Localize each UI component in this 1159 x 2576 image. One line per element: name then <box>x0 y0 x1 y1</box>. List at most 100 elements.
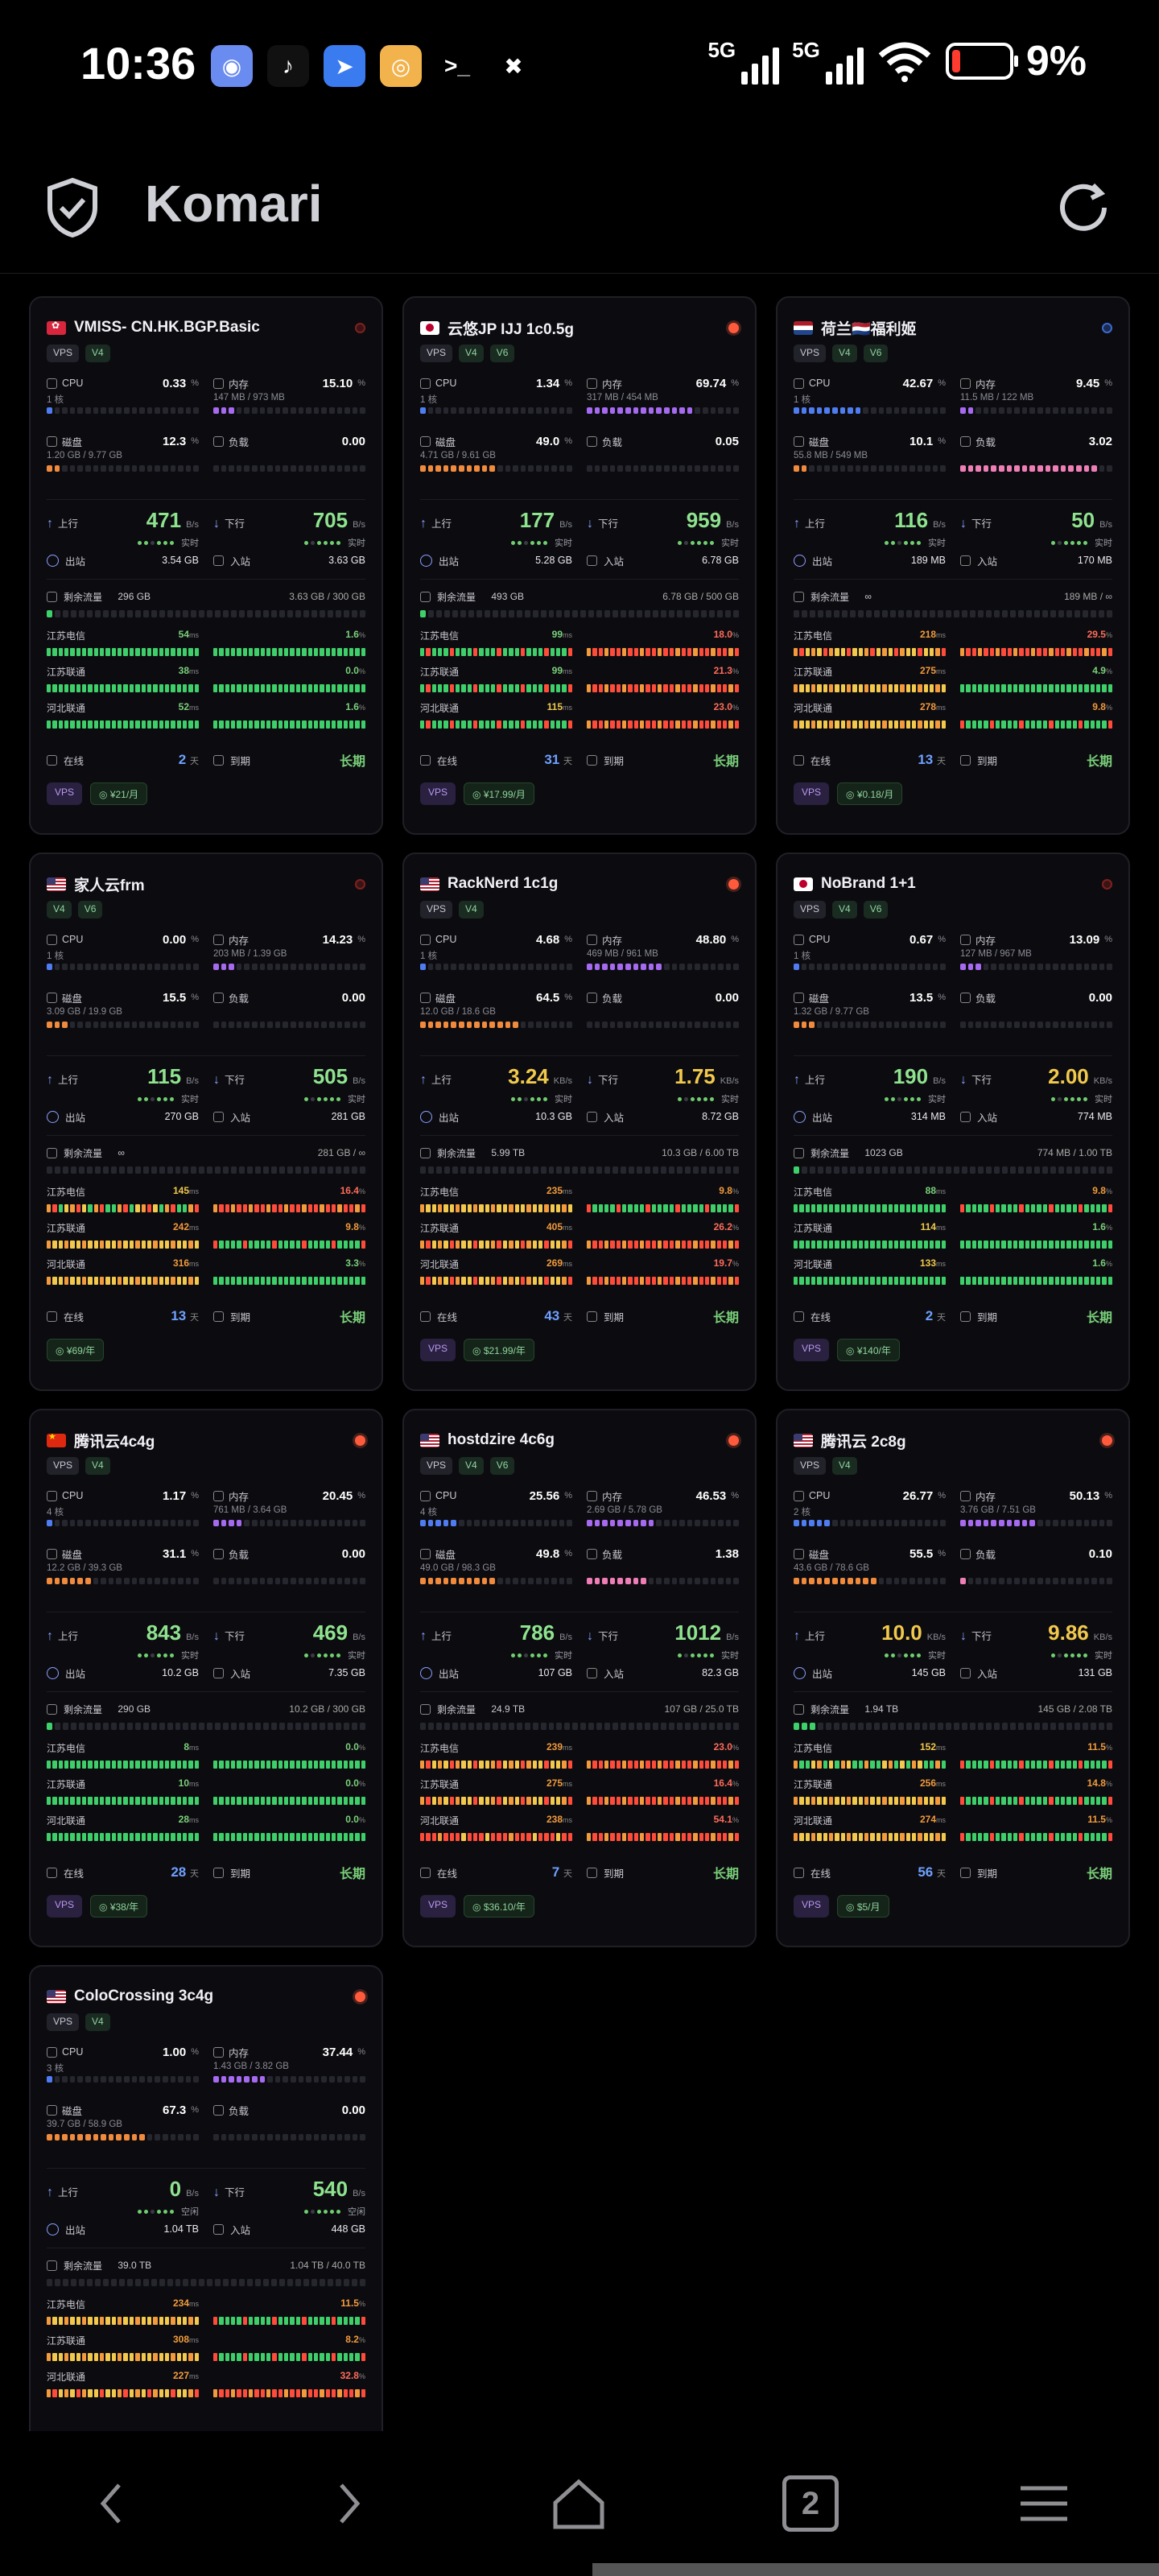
value-text: 入站 <box>604 1668 625 1680</box>
disk-metric: 磁盘 49.8% 49.0 GB / 98.3 GB <box>420 1546 572 1604</box>
globe-icon <box>47 2223 59 2235</box>
server-card[interactable]: hostdzire 4c6g VPS V4 V6 CPU 25.56% 4 核内存 46.53… <box>402 1409 757 1947</box>
ping-latency-cu: 江苏联通 38ms <box>47 665 199 701</box>
price-badge: ◎ ¥17.99/月 <box>464 782 534 805</box>
menu-icon[interactable] <box>1016 2475 1072 2532</box>
value-text: 9.8 <box>345 1221 359 1232</box>
value-text: 上行 <box>431 1631 452 1642</box>
uptime-icon <box>794 1311 804 1322</box>
value-text: 54 <box>178 629 189 640</box>
value-text: 26.2 <box>713 1221 732 1232</box>
tag-badge: V4 <box>85 2013 110 2031</box>
value-text: 10.2 GB <box>162 1667 199 1678</box>
value-text: 下行 <box>225 2187 245 2198</box>
battery-percent: 9% <box>1025 38 1087 85</box>
value-text: 55.8 MB / 549 MB <box>794 451 868 460</box>
inbound-icon <box>960 1111 971 1122</box>
value-text: 下行 <box>971 518 992 530</box>
value-text: 上行 <box>805 1075 826 1086</box>
value-text: 3.3 <box>345 1257 359 1269</box>
value-text: 12.3 <box>163 434 187 448</box>
cpu-icon <box>794 378 804 389</box>
app-bar: Komari <box>0 153 1159 274</box>
value-text: 2 <box>178 752 187 767</box>
uptime-icon <box>47 1311 57 1322</box>
tag-badge: VPS <box>794 1457 827 1475</box>
clock: 10:36 <box>80 38 196 89</box>
download-speed: ↓ 下行 540 B/s 空闲 入站 448 GB <box>213 2177 365 2236</box>
server-card[interactable]: 家人云frm V4 V6 CPU 0.00% 1 核内存 14.23% 203 MB / 1.… <box>29 852 383 1391</box>
flag-icon <box>47 1433 66 1447</box>
flag-icon <box>794 1433 813 1447</box>
tag-list: VPS V4 V6 <box>794 345 1112 364</box>
server-card[interactable]: ColoCrossing 3c4g VPS V4 CPU 1.00% 3 核内存 37.44… <box>29 1965 383 2431</box>
value-text: B/s <box>353 1076 365 1086</box>
traffic-quota: 剩余流量 39.0 TB 1.04 TB / 40.0 TB <box>47 2256 365 2286</box>
ping-latency-ct: 江苏电信 54ms <box>47 629 199 665</box>
type-badge: VPS <box>420 1339 456 1361</box>
quota-icon <box>47 2260 57 2271</box>
value-text: 实时 <box>348 1095 365 1104</box>
server-card[interactable]: 腾讯云 2c8g VPS V4 CPU 26.77% 2 核内存 50.13% 3.76 GB… <box>776 1409 1130 1947</box>
value-text: B/s <box>1099 520 1112 530</box>
server-card[interactable]: RackNerd 1c1g VPS V4 CPU 4.68% 1 核内存 48.80% 469… <box>402 852 757 1391</box>
value-text: 46.53 <box>695 1488 727 1503</box>
expiry: 到期 长期 <box>587 1307 739 1326</box>
value-text: 实时 <box>721 1095 739 1104</box>
ping-latency-cm: 河北联通 115ms <box>420 701 572 737</box>
tiktok-icon: ♪ <box>267 45 309 87</box>
value-text: 3.63 GB <box>328 555 365 566</box>
cpu-metric: CPU 0.67% 1 核 <box>794 931 946 989</box>
value-text: ¥69/年 <box>66 1345 96 1356</box>
value-text: 69.74 <box>695 376 727 390</box>
memory-metric: 内存 20.45% 761 MB / 3.64 GB <box>213 1488 365 1546</box>
disk-icon <box>794 992 804 1003</box>
value-text: 下行 <box>225 1075 245 1086</box>
value-text: 1.32 GB / 9.77 GB <box>794 1007 869 1017</box>
ping-latency-cm: 河北联通 227ms <box>47 2370 199 2406</box>
value-text: 在线 <box>810 755 831 767</box>
server-card[interactable]: 荷兰🇳🇱福利姬 VPS V4 V6 CPU 42.67% 1 核内存 9.45% 11.5 MB… <box>776 296 1130 835</box>
value-text: 0.0 <box>345 1777 359 1789</box>
traffic-quota: 剩余流量 290 GB 10.2 GB / 300 GB <box>47 1700 365 1730</box>
value-text: 7 <box>551 1864 560 1880</box>
download-speed: ↓ 下行 959 B/s 实时 入站 6.78 GB <box>587 508 739 568</box>
disk-icon <box>420 1548 431 1559</box>
server-name: VMISS- CN.HK.BGP.Basic <box>74 319 260 336</box>
refresh-icon[interactable] <box>1053 177 1114 238</box>
packet-loss-cu: 1.6% <box>960 1221 1112 1257</box>
cpu-icon <box>47 1490 57 1501</box>
server-card[interactable]: 腾讯云4c4gVPSV4CPU1.17%4 核内存20.45%761 MB / … <box>29 1409 383 1947</box>
value-text: 9.8 <box>1092 1185 1106 1196</box>
packet-loss-ct: 18.0% <box>587 629 739 665</box>
back-icon[interactable] <box>85 2475 142 2532</box>
value-text: 实时 <box>348 1651 365 1661</box>
value-text: 出站 <box>65 1112 86 1124</box>
value-text: 6.78 GB <box>702 555 739 566</box>
value-text: 负载 <box>602 1549 623 1561</box>
value-text: 实时 <box>181 539 199 548</box>
server-list[interactable]: VMISS- CN.HK.BGP.BasicVPSV4CPU0.33%1 核内存… <box>0 274 1159 2431</box>
server-card[interactable]: NoBrand 1+1 VPS V4 V6 CPU 0.67% 1 核内存 13.09% 127… <box>776 852 1130 1391</box>
value-text: 18.0 <box>713 629 732 640</box>
server-card[interactable]: 云悠JP IJJ 1c0.5g VPS V4 V6 CPU 1.34% 1 核内存 69.74… <box>402 296 757 835</box>
value-text: 在线 <box>64 1868 85 1880</box>
packet-loss-ct: 9.8% <box>960 1185 1112 1221</box>
cpu-metric: CPU 4.68% 1 核 <box>420 931 572 989</box>
uptime-icon <box>794 1867 804 1878</box>
server-card[interactable]: VMISS- CN.HK.BGP.BasicVPSV4CPU0.33%1 核内存… <box>29 296 383 835</box>
forward-icon[interactable] <box>319 2475 375 2532</box>
home-icon[interactable] <box>551 2475 607 2532</box>
cpu-metric: CPU 1.34% 1 核 <box>420 375 572 433</box>
value-text: 出站 <box>439 555 460 568</box>
tabs-button[interactable]: 2 <box>782 2475 839 2532</box>
value-text: 0.67 <box>909 932 934 947</box>
value-text: 江苏联通 <box>47 1779 86 1790</box>
server-grid: VMISS- CN.HK.BGP.BasicVPSV4CPU0.33%1 核内存… <box>29 296 1130 2431</box>
value-text: 12.2 GB / 39.3 GB <box>47 1563 122 1573</box>
value-text: 3.63 GB / 300 GB <box>289 591 365 602</box>
type-badge: VPS <box>47 782 83 805</box>
value-text: 实时 <box>721 539 739 548</box>
value-text: 到期 <box>977 1311 998 1323</box>
cpu-icon <box>420 378 431 389</box>
